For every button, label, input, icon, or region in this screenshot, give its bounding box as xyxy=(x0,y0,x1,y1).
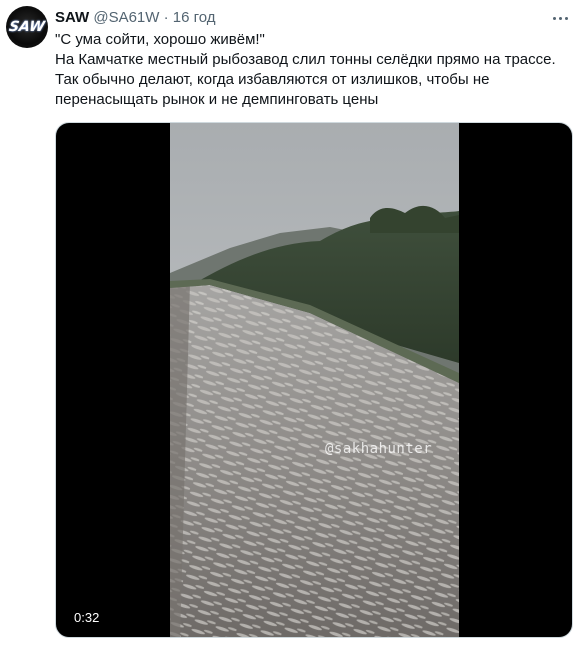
video-player[interactable]: @sakhahunter 0:32 xyxy=(55,122,573,638)
tweet[interactable]: SAW SAW @SA61W · 16 год "С ума сойти, хо… xyxy=(0,0,582,647)
tweet-text: "С ума сойти, хорошо живём!" На Камчатке… xyxy=(55,30,570,110)
author-name[interactable]: SAW xyxy=(55,9,89,26)
video-watermark: @sakhahunter xyxy=(325,441,433,457)
tweet-timestamp[interactable]: 16 год xyxy=(173,9,216,26)
avatar[interactable]: SAW xyxy=(6,6,48,48)
video-frame[interactable]: @sakhahunter xyxy=(170,123,459,637)
tweet-text-line: Так обычно делают, когда избавляются от … xyxy=(55,71,490,108)
avatar-logo: SAW xyxy=(8,19,46,35)
author-handle[interactable]: @SA61W xyxy=(93,9,159,26)
video-still-image xyxy=(170,123,459,637)
video-duration-badge: 0:32 xyxy=(68,608,106,627)
separator-dot: · xyxy=(163,9,169,26)
tweet-text-line: На Камчатке местный рыбозавод слил тонны… xyxy=(55,51,556,68)
tweet-header: SAW @SA61W · 16 год xyxy=(55,9,216,26)
tweet-text-line: "С ума сойти, хорошо живём!" xyxy=(55,31,265,48)
more-options-icon[interactable] xyxy=(550,10,570,26)
